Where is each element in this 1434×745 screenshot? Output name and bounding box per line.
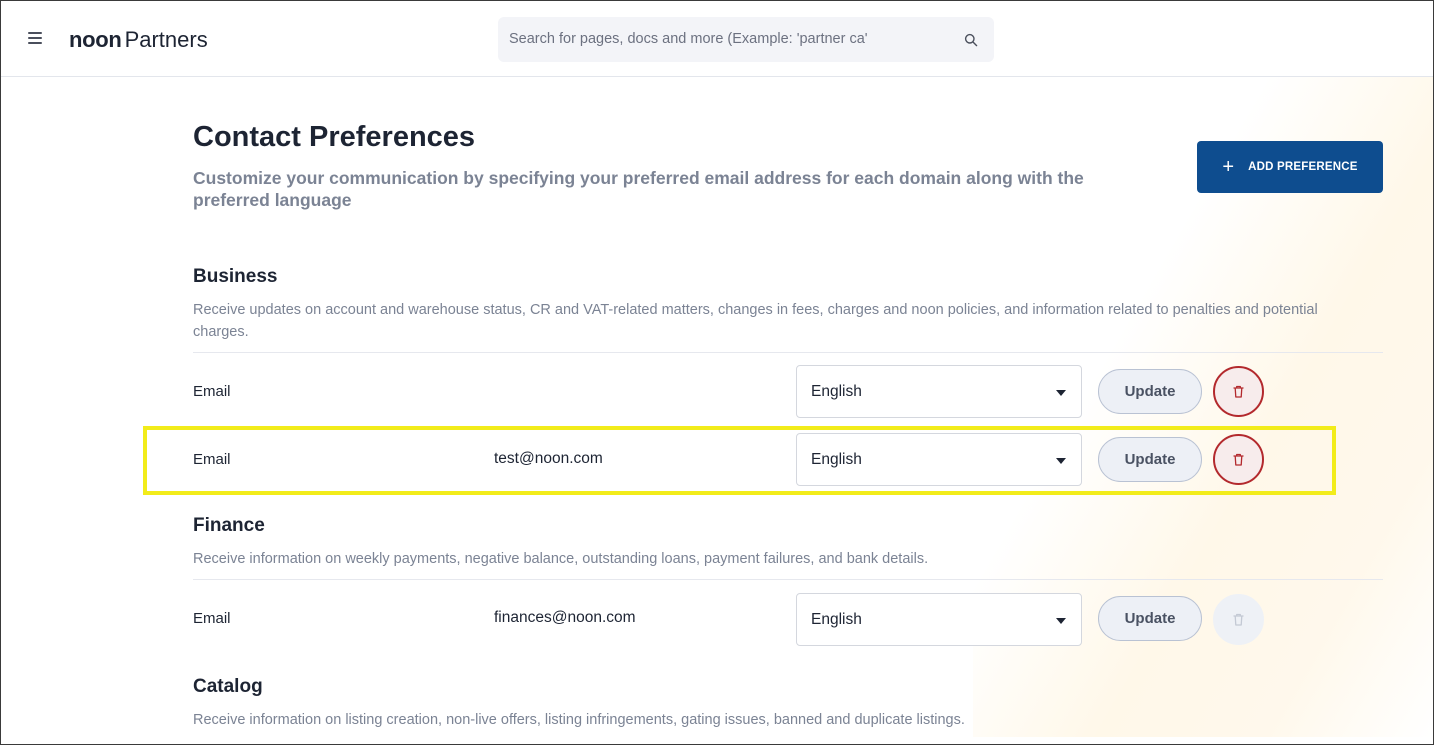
language-select-value: English (811, 383, 862, 400)
hamburger-menu-icon[interactable] (28, 32, 42, 44)
divider (193, 579, 1383, 580)
page-subtitle: Customize your communication by specifyi… (193, 168, 1084, 210)
language-select[interactable]: English (796, 433, 1082, 486)
page-title: Contact Preferences (193, 121, 476, 153)
top-bar: noon Partners (1, 1, 1433, 77)
update-button[interactable]: Update (1098, 369, 1202, 414)
brand-name-bold: noon (69, 27, 122, 52)
language-select-value: English (811, 611, 862, 628)
brand-logo[interactable]: noon Partners (69, 27, 208, 53)
section-title-catalog: Catalog (193, 676, 263, 697)
chevron-down-icon (1056, 390, 1066, 396)
row-label: Email (193, 610, 231, 627)
plus-icon: + (1222, 156, 1235, 178)
delete-button[interactable] (1213, 434, 1264, 485)
brand-name-light: Partners (124, 27, 208, 52)
section-description-business: Receive updates on account and warehouse… (193, 302, 1318, 340)
app-window: noonPartners Contact Preferences Customi… (0, 0, 1434, 745)
language-select-value: English (811, 451, 862, 468)
row-label: Email (193, 451, 231, 468)
language-select[interactable]: English (796, 365, 1082, 418)
section-description-finance: Receive information on weekly payments, … (193, 551, 929, 567)
row-email: test@noon.com (494, 450, 603, 467)
row-label: Email (193, 383, 231, 400)
search-input[interactable] (509, 28, 939, 50)
delete-button[interactable] (1213, 366, 1264, 417)
search-icon[interactable] (964, 33, 978, 47)
trash-icon (1233, 385, 1244, 398)
trash-icon (1233, 613, 1244, 626)
chevron-down-icon (1056, 458, 1066, 464)
trash-icon (1233, 453, 1244, 466)
update-button[interactable]: Update (1098, 596, 1202, 641)
search-bar (498, 17, 994, 62)
section-title-finance: Finance (193, 515, 265, 536)
language-select[interactable]: English (796, 593, 1082, 646)
chevron-down-icon (1056, 618, 1066, 624)
divider (193, 352, 1383, 353)
row-email: finances@noon.com (494, 609, 636, 626)
add-preference-button[interactable]: + ADD PREFERENCE (1197, 141, 1383, 193)
update-button[interactable]: Update (1098, 437, 1202, 482)
add-preference-label: ADD PREFERENCE (1248, 161, 1358, 173)
section-title-business: Business (193, 266, 278, 287)
delete-button-disabled (1213, 594, 1264, 645)
section-description-catalog: Receive information on listing creation,… (193, 712, 965, 728)
